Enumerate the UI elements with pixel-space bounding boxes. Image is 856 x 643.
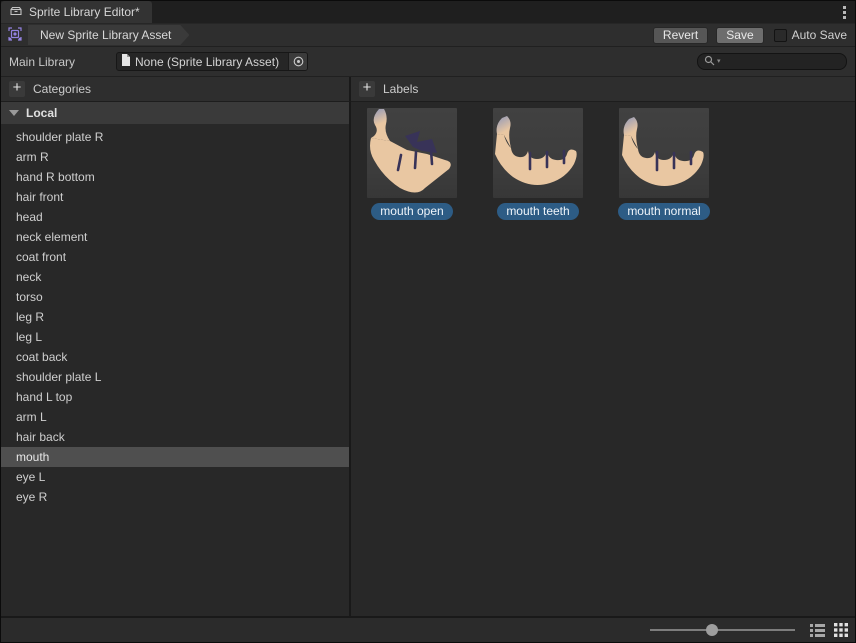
label-card[interactable]: mouth normal	[619, 108, 709, 220]
main-library-label: Main Library	[9, 55, 116, 69]
asset-file-icon	[121, 54, 131, 69]
foldout-triangle-icon	[9, 110, 19, 116]
content-area: Local shoulder plate R arm R hand R bott…	[1, 102, 855, 616]
category-item[interactable]: head	[1, 207, 349, 227]
category-item[interactable]: shoulder plate R	[1, 127, 349, 147]
view-mode-buttons	[809, 622, 849, 639]
sprite-preview-mouth-teeth	[493, 108, 583, 198]
sprite-thumbnail	[619, 108, 709, 198]
toolbar: New Sprite Library Asset Revert Save Aut…	[1, 23, 855, 47]
category-item[interactable]: neck element	[1, 227, 349, 247]
label-card[interactable]: mouth open	[367, 108, 457, 220]
grid-view-icon	[834, 623, 848, 637]
list-view-icon	[810, 624, 825, 637]
sprite-thumbnail	[367, 108, 457, 198]
search-icon	[704, 55, 715, 69]
auto-save-toggle[interactable]: Auto Save	[774, 28, 847, 42]
main-library-row: Main Library None (Sprite Library Asset)…	[1, 47, 855, 77]
category-item[interactable]: hair back	[1, 427, 349, 447]
object-field-value: None (Sprite Library Asset)	[135, 55, 279, 69]
search-field[interactable]: ▾	[697, 53, 847, 70]
labels-panel: mouth open	[351, 102, 855, 616]
sprite-library-window-icon	[9, 4, 23, 21]
labels-header: + Labels	[351, 77, 855, 102]
auto-save-label: Auto Save	[792, 28, 847, 42]
category-item-selected[interactable]: mouth	[1, 447, 349, 467]
category-item[interactable]: leg R	[1, 307, 349, 327]
category-item[interactable]: hand L top	[1, 387, 349, 407]
sprite-library-editor-window: Sprite Library Editor* New Sprite Librar…	[0, 0, 856, 643]
tab-bar: Sprite Library Editor*	[1, 1, 855, 23]
tab-sprite-library-editor[interactable]: Sprite Library Editor*	[1, 1, 152, 23]
save-button[interactable]: Save	[716, 27, 763, 44]
breadcrumb-label: New Sprite Library Asset	[40, 28, 171, 42]
sprite-preview-mouth-normal	[619, 108, 709, 198]
auto-save-checkbox[interactable]	[774, 29, 787, 42]
category-item[interactable]: arm L	[1, 407, 349, 427]
sprite-thumbnail	[493, 108, 583, 198]
panel-headers: + Categories + Labels	[1, 77, 855, 102]
category-item[interactable]: torso	[1, 287, 349, 307]
label-name-badge[interactable]: mouth normal	[618, 203, 709, 220]
add-category-button[interactable]: +	[9, 81, 25, 97]
grid-view-button[interactable]	[832, 622, 849, 639]
category-item[interactable]: hand R bottom	[1, 167, 349, 187]
local-foldout[interactable]: Local	[1, 102, 349, 124]
add-label-button[interactable]: +	[359, 81, 375, 97]
main-library-object-field[interactable]: None (Sprite Library Asset)	[116, 52, 308, 71]
category-item[interactable]: neck	[1, 267, 349, 287]
object-picker-icon[interactable]	[288, 53, 307, 70]
sprite-preview-mouth-open	[367, 108, 457, 198]
category-item[interactable]: coat front	[1, 247, 349, 267]
bottom-bar	[1, 616, 855, 642]
slider-thumb[interactable]	[706, 624, 718, 636]
search-filter-caret-icon: ▾	[717, 58, 721, 65]
category-item[interactable]: leg L	[1, 327, 349, 347]
label-cards: mouth open	[351, 102, 855, 220]
categories-panel: Local shoulder plate R arm R hand R bott…	[1, 102, 351, 616]
breadcrumb-new-sprite-library-asset[interactable]: New Sprite Library Asset	[28, 25, 189, 45]
category-item[interactable]: shoulder plate L	[1, 367, 349, 387]
list-view-button[interactable]	[809, 622, 826, 639]
category-list: shoulder plate R arm R hand R bottom hai…	[1, 124, 349, 616]
label-card[interactable]: mouth teeth	[493, 108, 583, 220]
sprite-library-asset-icon	[7, 26, 23, 45]
category-item[interactable]: arm R	[1, 147, 349, 167]
kebab-menu-icon	[843, 6, 846, 19]
label-name-badge[interactable]: mouth open	[371, 203, 452, 220]
category-item[interactable]: eye R	[1, 487, 349, 507]
categories-header: + Categories	[1, 77, 351, 102]
categories-title: Categories	[33, 82, 91, 96]
category-item[interactable]: hair front	[1, 187, 349, 207]
thumbnail-size-slider[interactable]	[650, 623, 795, 637]
local-group-label: Local	[26, 106, 57, 120]
tab-title: Sprite Library Editor*	[29, 5, 140, 19]
revert-button[interactable]: Revert	[653, 27, 708, 44]
window-menu-button[interactable]	[833, 1, 855, 23]
slider-track	[650, 629, 795, 631]
search-input[interactable]	[723, 55, 840, 69]
category-item[interactable]: eye L	[1, 467, 349, 487]
label-name-badge[interactable]: mouth teeth	[497, 203, 578, 220]
labels-title: Labels	[383, 82, 418, 96]
category-item[interactable]: coat back	[1, 347, 349, 367]
